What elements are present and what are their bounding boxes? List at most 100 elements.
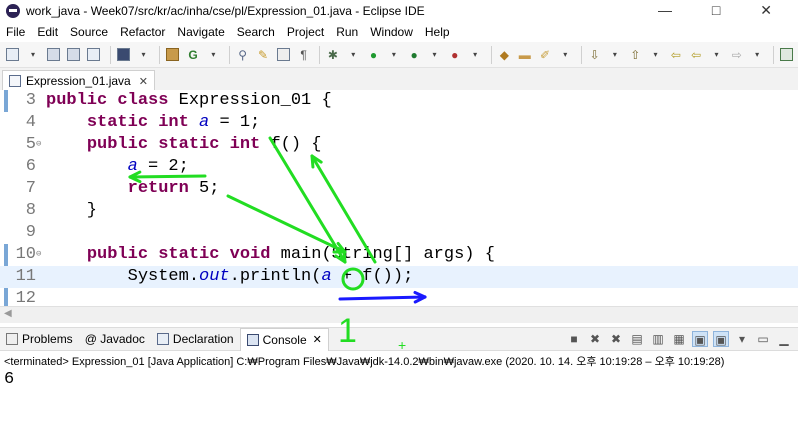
- fold-toggle-icon[interactable]: [36, 228, 44, 236]
- window-controls[interactable]: — □ ✕: [658, 2, 790, 19]
- fold-toggle-icon[interactable]: [36, 272, 44, 280]
- scroll-lock-icon[interactable]: ▥: [650, 331, 666, 347]
- paragraph-icon[interactable]: ¶: [295, 46, 312, 64]
- code-token: System.: [46, 267, 200, 286]
- code-line[interactable]: 5 ⊖ public static int f() {: [0, 134, 798, 156]
- open-console-icon[interactable]: ▾: [734, 331, 750, 347]
- open-type-icon[interactable]: ◆: [496, 46, 513, 64]
- pen-icon[interactable]: ✎: [254, 46, 271, 64]
- dropdown-icon[interactable]: ▾: [24, 46, 41, 64]
- title-bar: work_java - Week07/src/kr/ac/inha/cse/pl…: [0, 0, 798, 22]
- menu-window[interactable]: Window: [364, 25, 419, 39]
- declaration-icon: [156, 333, 169, 345]
- coverage-icon[interactable]: ●: [406, 46, 423, 64]
- dropdown-icon[interactable]: ▾: [606, 46, 623, 64]
- last-edit-icon[interactable]: ⇦: [667, 46, 684, 64]
- dropdown-icon[interactable]: ▾: [205, 46, 222, 64]
- annotation-icon[interactable]: ✐: [536, 46, 553, 64]
- code-line[interactable]: 8 }: [0, 200, 798, 222]
- open-folder-icon[interactable]: ▬: [516, 46, 533, 64]
- menu-source[interactable]: Source: [64, 25, 114, 39]
- code-line[interactable]: 6 a = 2;: [0, 156, 798, 178]
- print-icon[interactable]: [85, 46, 102, 64]
- dropdown-icon[interactable]: ▾: [426, 46, 443, 64]
- tab-console[interactable]: Console ✕: [239, 327, 329, 351]
- fold-toggle-icon[interactable]: [36, 184, 44, 192]
- console-toolbar: ■ ✖ ✖ ▤ ▥ ▦ ▣ ▣ ▾ ▭ ▁: [561, 331, 792, 347]
- code-line[interactable]: 7 return 5;: [0, 178, 798, 200]
- next-annotation-icon[interactable]: ⇩: [586, 46, 603, 64]
- menu-edit[interactable]: Edit: [31, 25, 64, 39]
- fold-toggle-icon[interactable]: ⊖: [36, 250, 44, 259]
- show-on-stdout-icon[interactable]: ▣: [692, 331, 708, 347]
- prev-annotation-icon[interactable]: ⇧: [627, 46, 644, 64]
- dropdown-icon[interactable]: ▾: [466, 46, 483, 64]
- tab-label: Console: [262, 332, 307, 347]
- code-text: public static void main(String[] args) {: [46, 244, 495, 266]
- fold-toggle-icon[interactable]: ⊖: [36, 140, 44, 149]
- tab-label: Declaration: [172, 332, 234, 346]
- menu-file[interactable]: File: [0, 25, 31, 39]
- run-icon[interactable]: ●: [365, 46, 382, 64]
- remove-all-icon[interactable]: ✖: [608, 331, 624, 347]
- editor-horizontal-scrollbar[interactable]: ◀: [0, 306, 798, 323]
- toggle-mark-icon[interactable]: [275, 46, 292, 64]
- close-icon[interactable]: ✕: [139, 75, 148, 88]
- menu-refactor[interactable]: Refactor: [114, 25, 171, 39]
- menu-help[interactable]: Help: [419, 25, 456, 39]
- back-icon[interactable]: ⇦: [688, 46, 705, 64]
- terminal-icon[interactable]: [115, 46, 132, 64]
- minimize-icon[interactable]: ▁: [776, 331, 792, 347]
- save-icon[interactable]: [45, 46, 62, 64]
- new-java-class-icon[interactable]: G: [184, 46, 201, 64]
- package-icon[interactable]: [164, 46, 181, 64]
- open-perspective-icon[interactable]: [778, 46, 795, 64]
- show-on-stderr-icon[interactable]: ▣: [713, 331, 729, 347]
- remove-launch-icon[interactable]: ✖: [587, 331, 603, 347]
- code-text: }: [46, 200, 97, 222]
- pin-console-icon[interactable]: ▭: [755, 331, 771, 347]
- tab-javadoc[interactable]: @ Javadoc: [79, 328, 151, 350]
- dropdown-icon[interactable]: ▾: [345, 46, 362, 64]
- save-all-icon[interactable]: [65, 46, 82, 64]
- search-icon[interactable]: ⚲: [234, 46, 251, 64]
- dropdown-icon[interactable]: ▾: [385, 46, 402, 64]
- tab-problems[interactable]: Problems: [0, 328, 79, 350]
- menu-search[interactable]: Search: [231, 25, 281, 39]
- scroll-left-icon[interactable]: ◀: [4, 308, 12, 319]
- code-token: + f());: [331, 267, 414, 286]
- close-icon[interactable]: ✕: [313, 333, 322, 346]
- fold-toggle-icon[interactable]: [36, 294, 44, 302]
- word-wrap-icon[interactable]: ▦: [671, 331, 687, 347]
- fold-toggle-icon[interactable]: [36, 118, 44, 126]
- dropdown-icon[interactable]: ▾: [135, 46, 152, 64]
- clear-console-icon[interactable]: ▤: [629, 331, 645, 347]
- code-text: static int a = 1;: [46, 112, 260, 134]
- code-editor[interactable]: 3 public class Expression_01 {4 static in…: [0, 90, 798, 306]
- menu-project[interactable]: Project: [281, 25, 330, 39]
- menu-navigate[interactable]: Navigate: [171, 25, 230, 39]
- terminate-icon[interactable]: ■: [566, 331, 582, 347]
- fold-toggle-icon[interactable]: [36, 162, 44, 170]
- code-line[interactable]: 11 System.out.println(a + f());: [0, 266, 798, 288]
- dropdown-icon[interactable]: ▾: [708, 46, 725, 64]
- console-output-area[interactable]: 6: [0, 368, 798, 437]
- menu-run[interactable]: Run: [330, 25, 364, 39]
- external-tools-icon[interactable]: ●: [446, 46, 463, 64]
- dropdown-icon[interactable]: ▾: [748, 46, 765, 64]
- code-line[interactable]: 10 ⊖ public static void main(String[] arg…: [0, 244, 798, 266]
- tab-declaration[interactable]: Declaration: [151, 328, 240, 350]
- forward-icon[interactable]: ⇨: [728, 46, 745, 64]
- line-number: 6: [25, 157, 36, 176]
- dropdown-icon[interactable]: ▾: [557, 46, 574, 64]
- dropdown-icon[interactable]: ▾: [647, 46, 664, 64]
- code-line[interactable]: 9: [0, 222, 798, 244]
- code-line[interactable]: 4 static int a = 1;: [0, 112, 798, 134]
- code-line[interactable]: 3 public class Expression_01 {: [0, 90, 798, 112]
- code-line[interactable]: 12: [0, 288, 798, 306]
- fold-toggle-icon[interactable]: [36, 206, 44, 214]
- debug-icon[interactable]: ✱: [324, 46, 341, 64]
- tab-expression-01[interactable]: Expression_01.java ✕: [2, 70, 155, 91]
- new-icon[interactable]: [4, 46, 21, 64]
- fold-toggle-icon[interactable]: [36, 96, 44, 104]
